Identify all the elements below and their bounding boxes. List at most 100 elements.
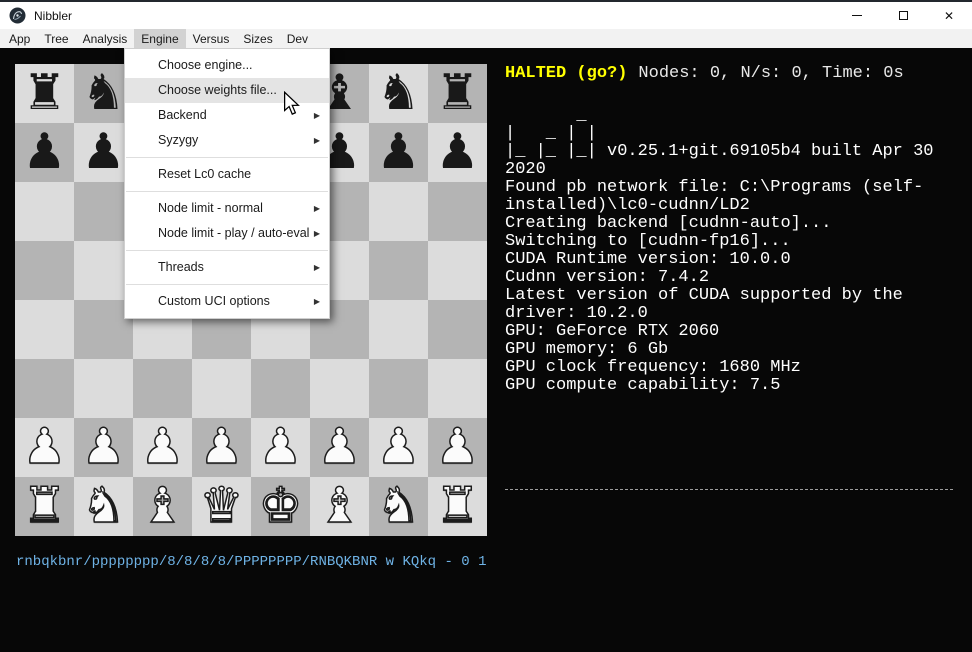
submenu-arrow-icon: ▶ xyxy=(314,196,320,221)
piece-black-rook: ♜ xyxy=(428,64,487,122)
piece-white-pawn: ♟ xyxy=(428,418,487,476)
square-d3[interactable] xyxy=(192,359,251,418)
square-c3[interactable] xyxy=(133,359,192,418)
square-f1[interactable]: ♝ xyxy=(310,477,369,536)
engine-status-stats: Nodes: 0, N/s: 0, Time: 0s xyxy=(638,64,903,83)
square-g5[interactable] xyxy=(369,241,428,300)
square-f3[interactable] xyxy=(310,359,369,418)
square-h5[interactable] xyxy=(428,241,487,300)
piece-white-knight: ♞ xyxy=(369,477,428,535)
menu-item-syzygy[interactable]: Syzygy ▶ xyxy=(125,128,329,153)
menu-item-label: Node limit - play / auto-eval xyxy=(158,226,309,240)
menu-item-threads[interactable]: Threads ▶ xyxy=(125,255,329,280)
menu-item-label: Threads xyxy=(158,260,204,274)
menubar-item-versus[interactable]: Versus xyxy=(186,29,237,48)
menubar-item-analysis[interactable]: Analysis xyxy=(76,29,135,48)
menu-item-custom-uci-options[interactable]: Custom UCI options▶ xyxy=(125,289,329,314)
piece-white-pawn: ♟ xyxy=(192,418,251,476)
menu-item-label: Node limit - normal xyxy=(158,201,263,215)
piece-white-knight: ♞ xyxy=(74,477,133,535)
square-a8[interactable]: ♜ xyxy=(15,64,74,123)
submenu-arrow-icon: ▶ xyxy=(314,255,320,280)
square-e1[interactable]: ♚ xyxy=(251,477,310,536)
square-g3[interactable] xyxy=(369,359,428,418)
square-g6[interactable] xyxy=(369,182,428,241)
main-content: ♜♞♝♛♚♝♞♜♟♟♟♟♟♟♟♟♟♟♟♟♟♟♟♟♜♞♝♛♚♝♞♜ HALTED … xyxy=(0,48,972,652)
engine-dropdown-menu: Choose engine... Choose weights file... … xyxy=(124,48,330,319)
square-c2[interactable]: ♟ xyxy=(133,418,192,477)
piece-white-rook: ♜ xyxy=(428,477,487,535)
menu-item-label: Custom UCI options xyxy=(158,294,270,308)
square-h2[interactable]: ♟ xyxy=(428,418,487,477)
square-a4[interactable] xyxy=(15,300,74,359)
menu-separator xyxy=(126,250,328,251)
menubar-item-engine[interactable]: Engine xyxy=(134,29,185,48)
square-e3[interactable] xyxy=(251,359,310,418)
close-button[interactable]: ✕ xyxy=(926,2,972,29)
menu-item-choose-engine[interactable]: Choose engine... xyxy=(125,53,329,78)
square-f2[interactable]: ♟ xyxy=(310,418,369,477)
square-g4[interactable] xyxy=(369,300,428,359)
menu-item-node-limit-play-autoeval[interactable]: Node limit - play / auto-eval ▶ xyxy=(125,221,329,246)
engine-status-halted: HALTED (go?) xyxy=(505,64,627,83)
square-h8[interactable]: ♜ xyxy=(428,64,487,123)
piece-white-pawn: ♟ xyxy=(369,418,428,476)
menubar-item-dev[interactable]: Dev xyxy=(280,29,315,48)
square-h4[interactable] xyxy=(428,300,487,359)
square-b2[interactable]: ♟ xyxy=(74,418,133,477)
mouse-cursor-icon xyxy=(283,91,300,116)
piece-white-pawn: ♟ xyxy=(74,418,133,476)
nibbler-app-icon xyxy=(9,7,26,24)
close-icon: ✕ xyxy=(944,10,954,22)
piece-black-rook: ♜ xyxy=(15,64,74,122)
menu-item-node-limit-normal[interactable]: Node limit - normal ▶ xyxy=(125,196,329,221)
square-b3[interactable] xyxy=(74,359,133,418)
square-d1[interactable]: ♛ xyxy=(192,477,251,536)
piece-white-king: ♚ xyxy=(251,477,310,535)
maximize-icon xyxy=(899,11,908,20)
square-b1[interactable]: ♞ xyxy=(74,477,133,536)
menu-bar: App Tree Analysis Engine Versus Sizes De… xyxy=(0,29,972,48)
square-g1[interactable]: ♞ xyxy=(369,477,428,536)
square-g8[interactable]: ♞ xyxy=(369,64,428,123)
menubar-item-app[interactable]: App xyxy=(2,29,37,48)
menubar-item-tree[interactable]: Tree xyxy=(37,29,75,48)
square-h1[interactable]: ♜ xyxy=(428,477,487,536)
piece-black-knight: ♞ xyxy=(369,64,428,122)
menubar-item-sizes[interactable]: Sizes xyxy=(236,29,279,48)
menu-separator xyxy=(126,191,328,192)
title-bar: Nibbler ✕ xyxy=(0,0,972,29)
menu-item-label: Backend xyxy=(158,108,207,122)
minimize-button[interactable] xyxy=(834,2,880,29)
menu-separator xyxy=(126,284,328,285)
engine-info-box: _ | _ | | |_ |_ |_| v0.25.1+git.69105b4 … xyxy=(505,107,967,395)
square-a2[interactable]: ♟ xyxy=(15,418,74,477)
piece-white-queen: ♛ xyxy=(192,477,251,535)
square-a7[interactable]: ♟ xyxy=(15,123,74,182)
piece-black-pawn: ♟ xyxy=(369,123,428,181)
square-a6[interactable] xyxy=(15,182,74,241)
square-a3[interactable] xyxy=(15,359,74,418)
menu-separator xyxy=(126,157,328,158)
menu-item-label: Syzygy xyxy=(158,133,198,147)
square-g7[interactable]: ♟ xyxy=(369,123,428,182)
square-h7[interactable]: ♟ xyxy=(428,123,487,182)
piece-black-pawn: ♟ xyxy=(15,123,74,181)
square-a5[interactable] xyxy=(15,241,74,300)
square-e2[interactable]: ♟ xyxy=(251,418,310,477)
piece-white-pawn: ♟ xyxy=(133,418,192,476)
square-a1[interactable]: ♜ xyxy=(15,477,74,536)
menu-item-reset-lc0-cache[interactable]: Reset Lc0 cache xyxy=(125,162,329,187)
piece-white-bishop: ♝ xyxy=(133,477,192,535)
piece-white-pawn: ♟ xyxy=(251,418,310,476)
piece-black-pawn: ♟ xyxy=(428,123,487,181)
fen-text: rnbqkbnr/pppppppp/8/8/8/8/PPPPPPPP/RNBQK… xyxy=(16,554,486,571)
square-g2[interactable]: ♟ xyxy=(369,418,428,477)
maximize-button[interactable] xyxy=(880,2,926,29)
submenu-arrow-icon: ▶ xyxy=(314,128,320,153)
square-h3[interactable] xyxy=(428,359,487,418)
submenu-arrow-icon: ▶ xyxy=(314,221,320,246)
square-d2[interactable]: ♟ xyxy=(192,418,251,477)
square-h6[interactable] xyxy=(428,182,487,241)
square-c1[interactable]: ♝ xyxy=(133,477,192,536)
